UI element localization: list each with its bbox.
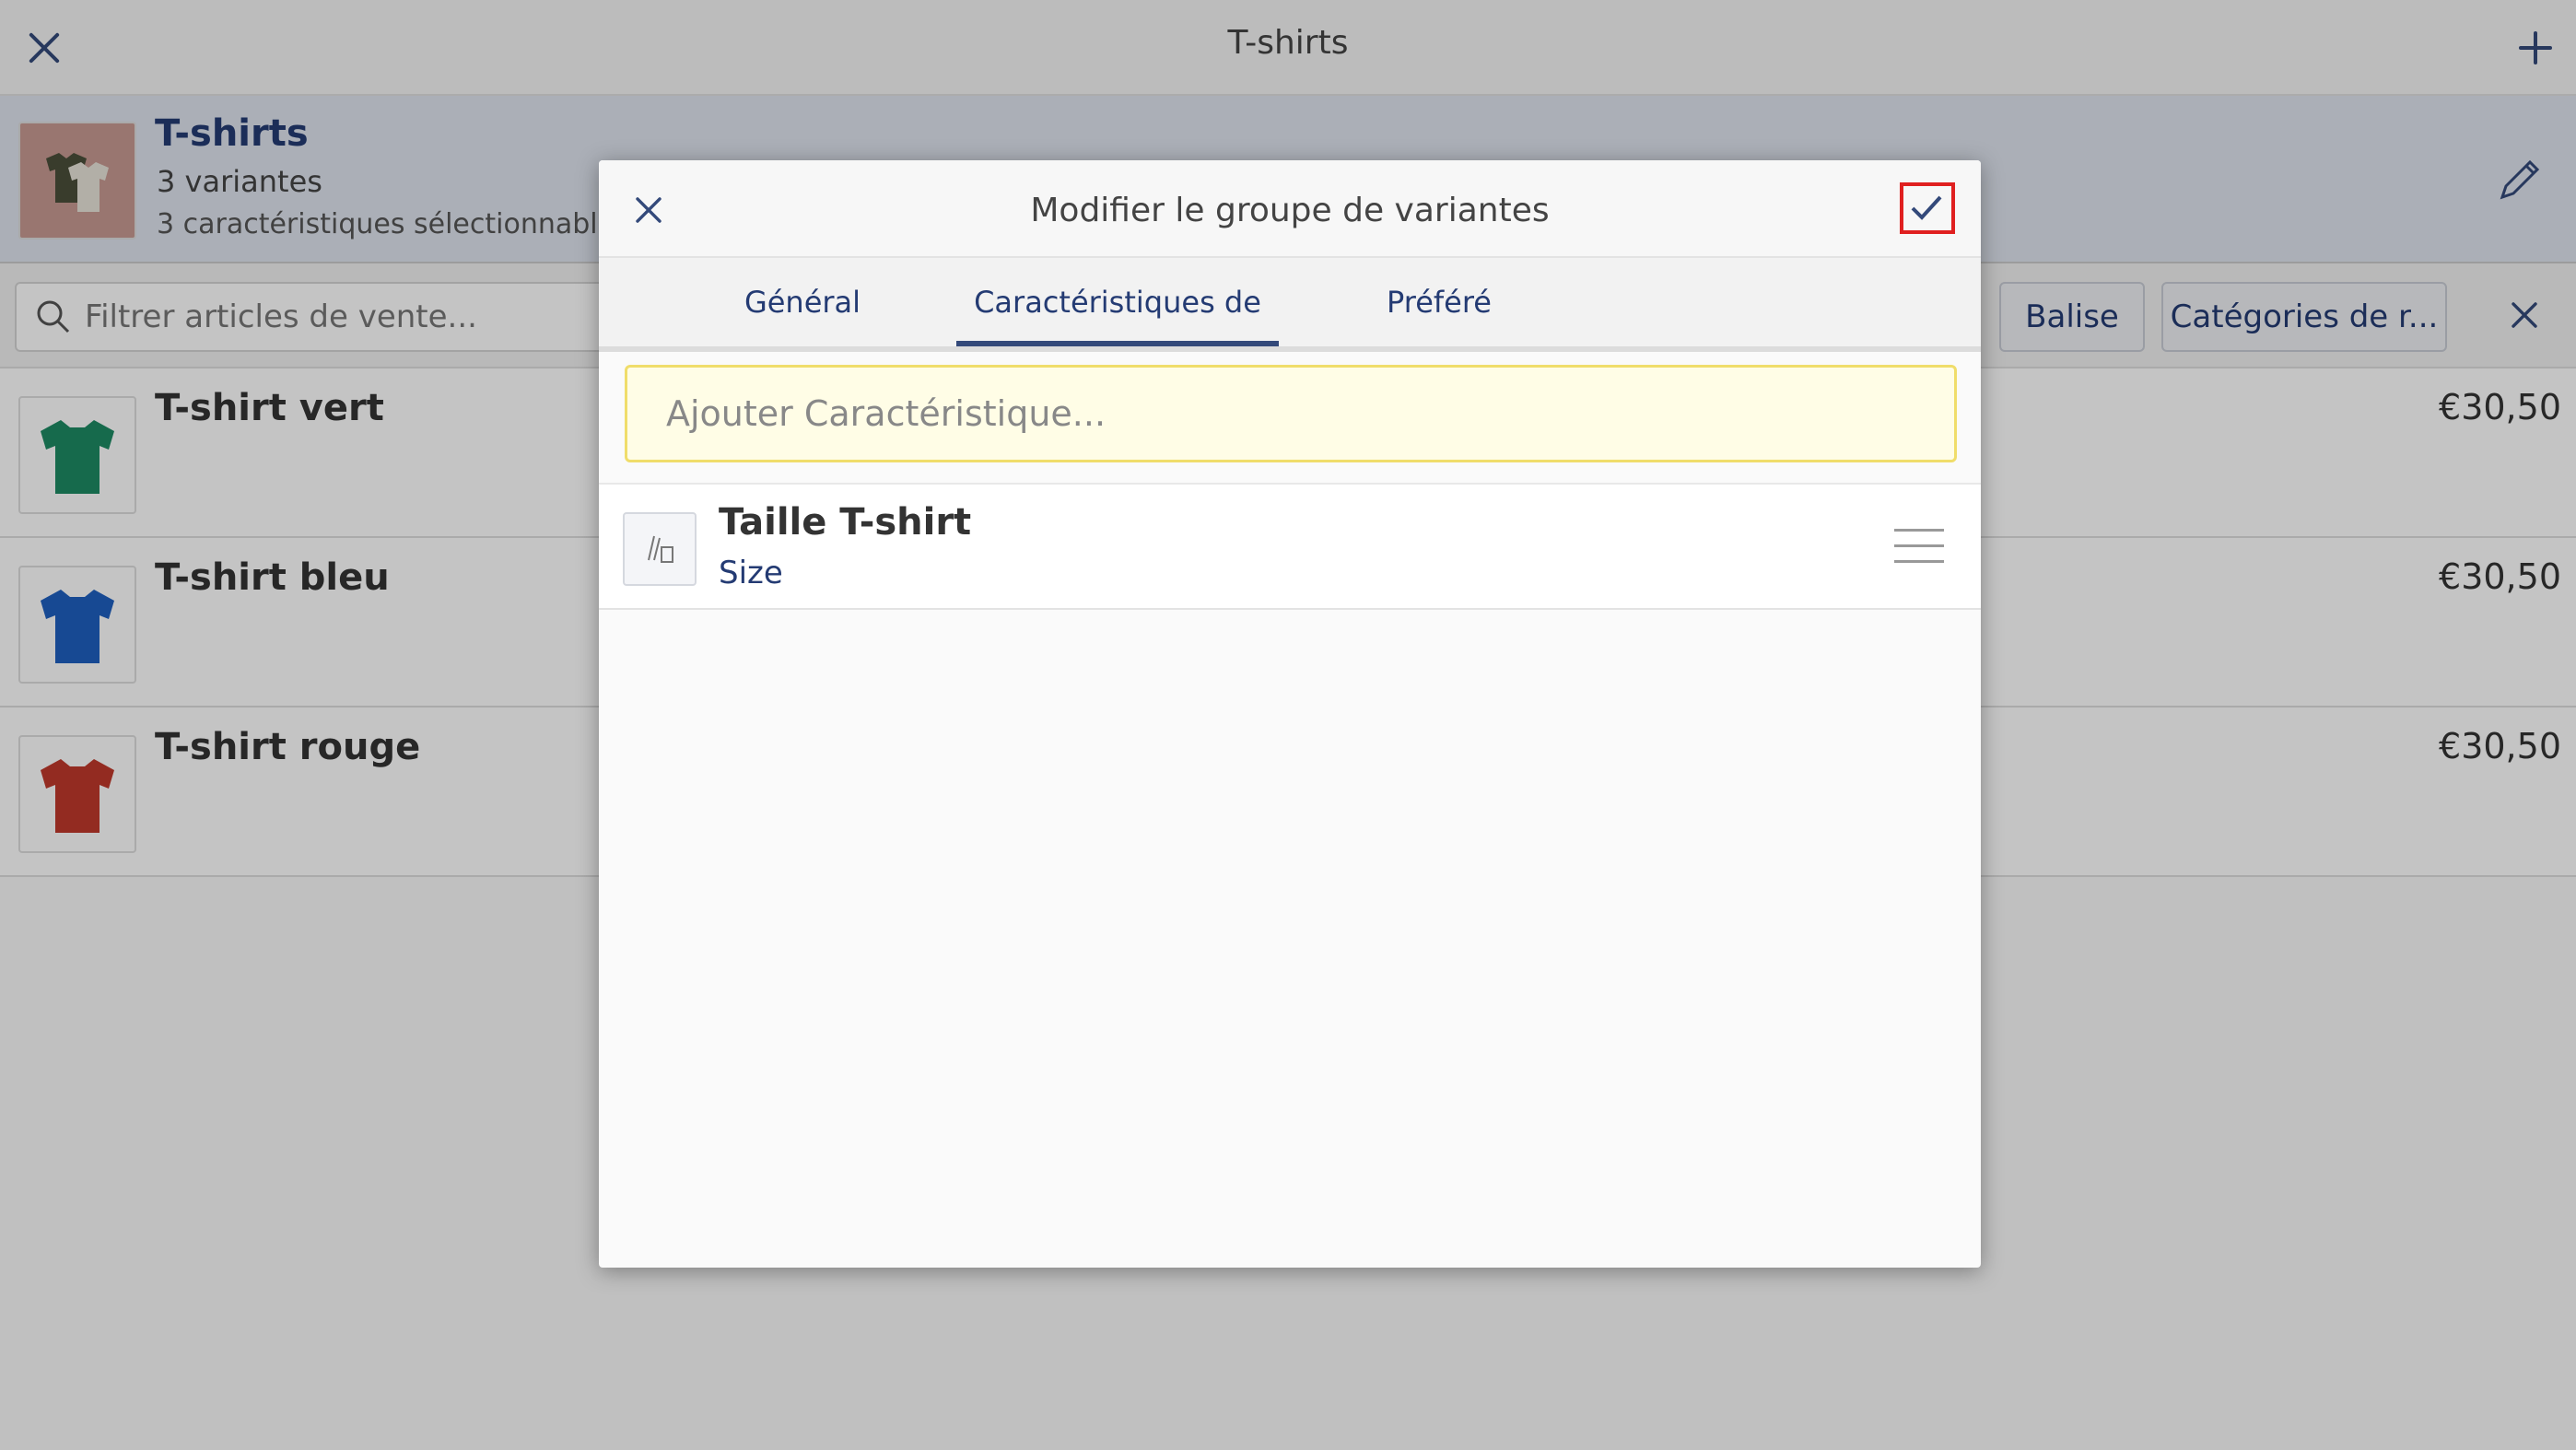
add-characteristic-input[interactable]: Ajouter Caractéristique...: [625, 365, 1957, 462]
characteristic-subtitle: Size: [719, 555, 783, 591]
characteristic-icon: [623, 512, 697, 586]
list-item[interactable]: Taille T-shirt Size: [599, 483, 1981, 610]
tab-general[interactable]: Général: [654, 258, 951, 346]
drag-handle-icon[interactable]: [1894, 529, 1944, 576]
characteristic-name: Taille T-shirt: [719, 501, 972, 544]
tab-preferred[interactable]: Préféré: [1286, 258, 1592, 346]
dialog-title: Modifier le groupe de variantes: [1030, 192, 1550, 229]
add-characteristic-placeholder: Ajouter Caractéristique...: [666, 393, 1107, 434]
dialog-tabs: Général Caractéristiques de ... Préféré: [599, 258, 1981, 408]
checkmark-icon: [1911, 195, 1942, 220]
edit-variant-group-dialog: Modifier le groupe de variantes Général …: [599, 160, 1981, 1268]
confirm-button[interactable]: [1900, 182, 1955, 234]
tab-characteristics[interactable]: Caractéristiques de ...: [956, 258, 1279, 408]
dialog-header: Modifier le groupe de variantes: [599, 160, 1981, 258]
